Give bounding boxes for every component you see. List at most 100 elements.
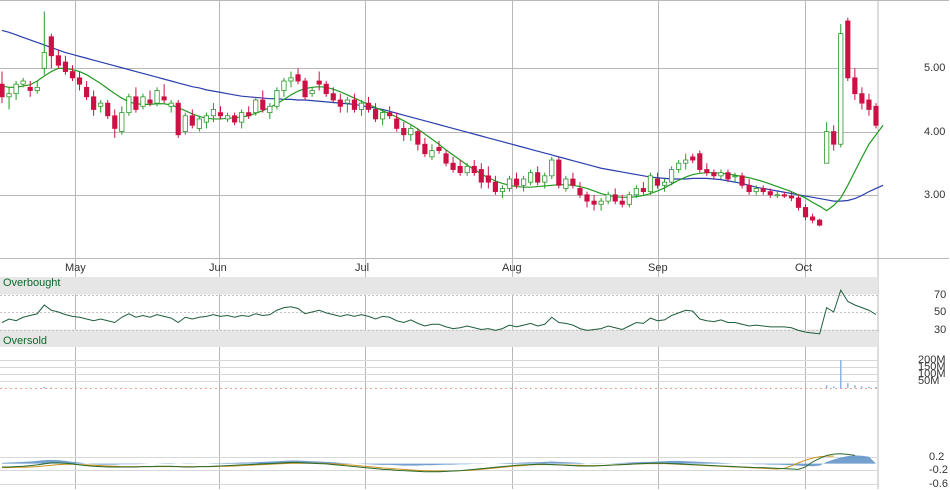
month-label: Sep (648, 262, 668, 274)
macd-axis-tick: -0.6 (929, 477, 948, 490)
candle-down (217, 112, 224, 117)
candle-up (224, 115, 231, 120)
candle-up (210, 109, 217, 117)
candle-down (725, 172, 731, 180)
candle-up (408, 128, 414, 136)
candle-up (182, 115, 188, 132)
candle-up (774, 194, 780, 197)
candle-down (802, 207, 809, 218)
rsi-axis-tick: 70 (934, 288, 947, 301)
candle-down (859, 93, 865, 104)
volume-axis-tick: 50M (918, 374, 940, 387)
candle-up (41, 52, 47, 69)
candle-down (76, 77, 83, 85)
candle-down (711, 172, 717, 177)
candle-up (732, 175, 738, 178)
candle-up (520, 178, 527, 186)
candle-up (528, 172, 534, 183)
candle-down (48, 36, 54, 57)
candle-up (154, 90, 160, 104)
candle-down (302, 80, 308, 98)
candle-up (34, 86, 40, 91)
candle-down (831, 131, 837, 145)
candle-down (161, 96, 167, 101)
candle-up (140, 96, 146, 107)
month-label: Oct (795, 262, 813, 274)
candle-down (295, 74, 301, 82)
candle-up (98, 102, 104, 107)
candle-up (380, 112, 386, 120)
candle-down (795, 197, 802, 208)
candle-up (626, 194, 632, 205)
candle-down (147, 99, 153, 104)
candle-up (309, 90, 315, 95)
stock-chart: 5.00 4.00 3.00 May Jun Jul Aug Sep Oct 70 50 30 Over… (0, 0, 950, 490)
candle-up (563, 178, 569, 189)
candle-down (535, 172, 541, 183)
candle-down (133, 96, 139, 110)
candle-down (654, 178, 661, 186)
candle-down (591, 200, 597, 205)
macd-axis-tick: -0.2 (929, 463, 948, 476)
candle-down (260, 99, 266, 110)
candle-down (394, 118, 400, 129)
candle-down (189, 115, 195, 126)
candle-up (824, 131, 830, 164)
candle-up (605, 194, 611, 202)
candle-down (351, 99, 358, 110)
price-axis-tick: 4.00 (924, 125, 946, 138)
candle-down (492, 181, 498, 193)
candle-up (676, 162, 682, 170)
candle-down (112, 115, 118, 129)
candle-up (838, 33, 844, 145)
candle-down (556, 159, 562, 186)
candle-up (20, 80, 26, 85)
month-label: May (65, 262, 86, 274)
candle-up (464, 165, 470, 174)
overbought-band (0, 277, 878, 295)
candle-down (0, 83, 5, 98)
candle-down (401, 128, 407, 136)
candle-down (640, 188, 646, 193)
candle-up (203, 115, 209, 123)
candle-down (809, 216, 816, 221)
candle-down (704, 169, 710, 174)
candle-down (471, 165, 477, 174)
candle-down (746, 184, 752, 193)
candle-down (365, 102, 372, 110)
candle-down (27, 86, 33, 91)
candle-up (506, 178, 513, 189)
price-axis-tick: 3.00 (924, 188, 946, 201)
candle-up (542, 175, 548, 183)
candle-up (718, 172, 724, 177)
candle-down (697, 153, 703, 170)
candle-down (739, 175, 745, 186)
candle-up (647, 175, 654, 193)
candle-down (387, 112, 393, 117)
month-label: Jul (355, 262, 370, 274)
oversold-label: Oversold (3, 335, 48, 347)
candle-down (232, 115, 238, 123)
macd-axis-tick: 0.2 (929, 450, 945, 463)
candle-up (239, 112, 245, 123)
candle-up (267, 105, 273, 114)
chart-canvas (0, 0, 950, 489)
candle-up (633, 188, 639, 196)
candle-down (760, 188, 766, 193)
candle-up (661, 181, 668, 186)
candle-down (316, 80, 322, 85)
candle-down (845, 20, 851, 79)
candle-down (457, 165, 463, 174)
candle-down (323, 83, 329, 95)
candle-up (499, 188, 506, 193)
candle-up (6, 93, 12, 98)
candle-down (866, 99, 872, 110)
candle-down (450, 162, 456, 170)
rsi-axis-tick: 50 (934, 305, 947, 318)
candle-down (83, 86, 90, 98)
candle-down (91, 96, 97, 110)
month-label: Aug (502, 262, 522, 274)
candle-down (767, 191, 773, 196)
candle-up (13, 83, 19, 95)
candle-up (274, 90, 280, 107)
